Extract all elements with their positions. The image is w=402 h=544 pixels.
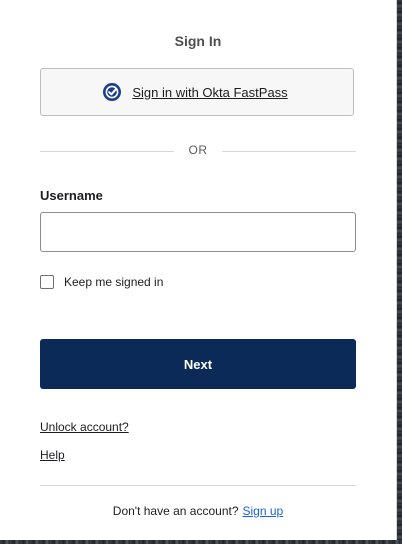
help-link[interactable]: Help <box>40 448 65 462</box>
or-separator: OR <box>40 143 356 159</box>
signup-row: Don't have an account? Sign up <box>0 504 396 518</box>
okta-fastpass-label: Sign in with Okta FastPass <box>132 84 288 100</box>
check-circle-icon <box>102 82 122 102</box>
unlock-account-link[interactable]: Unlock account? <box>40 420 129 434</box>
keep-signed-in-checkbox[interactable] <box>40 275 54 289</box>
username-input[interactable] <box>40 212 356 252</box>
sign-in-card: Sign In Sign in with Okta FastPass OR Us… <box>0 0 397 540</box>
footer-divider <box>40 485 356 486</box>
keep-signed-in-label[interactable]: Keep me signed in <box>64 275 163 289</box>
page-title: Sign In <box>174 33 222 49</box>
signup-prompt: Don't have an account? <box>112 504 239 518</box>
separator-line-right <box>222 151 356 152</box>
background-edge-bottom <box>0 540 402 544</box>
separator-line-left <box>40 151 174 152</box>
keep-signed-in-row: Keep me signed in <box>40 274 163 290</box>
okta-fastpass-button[interactable]: Sign in with Okta FastPass <box>40 68 354 116</box>
or-text: OR <box>188 143 208 157</box>
sign-up-link[interactable]: Sign up <box>243 504 284 518</box>
next-button[interactable]: Next <box>40 339 356 389</box>
username-label: Username <box>40 188 103 203</box>
